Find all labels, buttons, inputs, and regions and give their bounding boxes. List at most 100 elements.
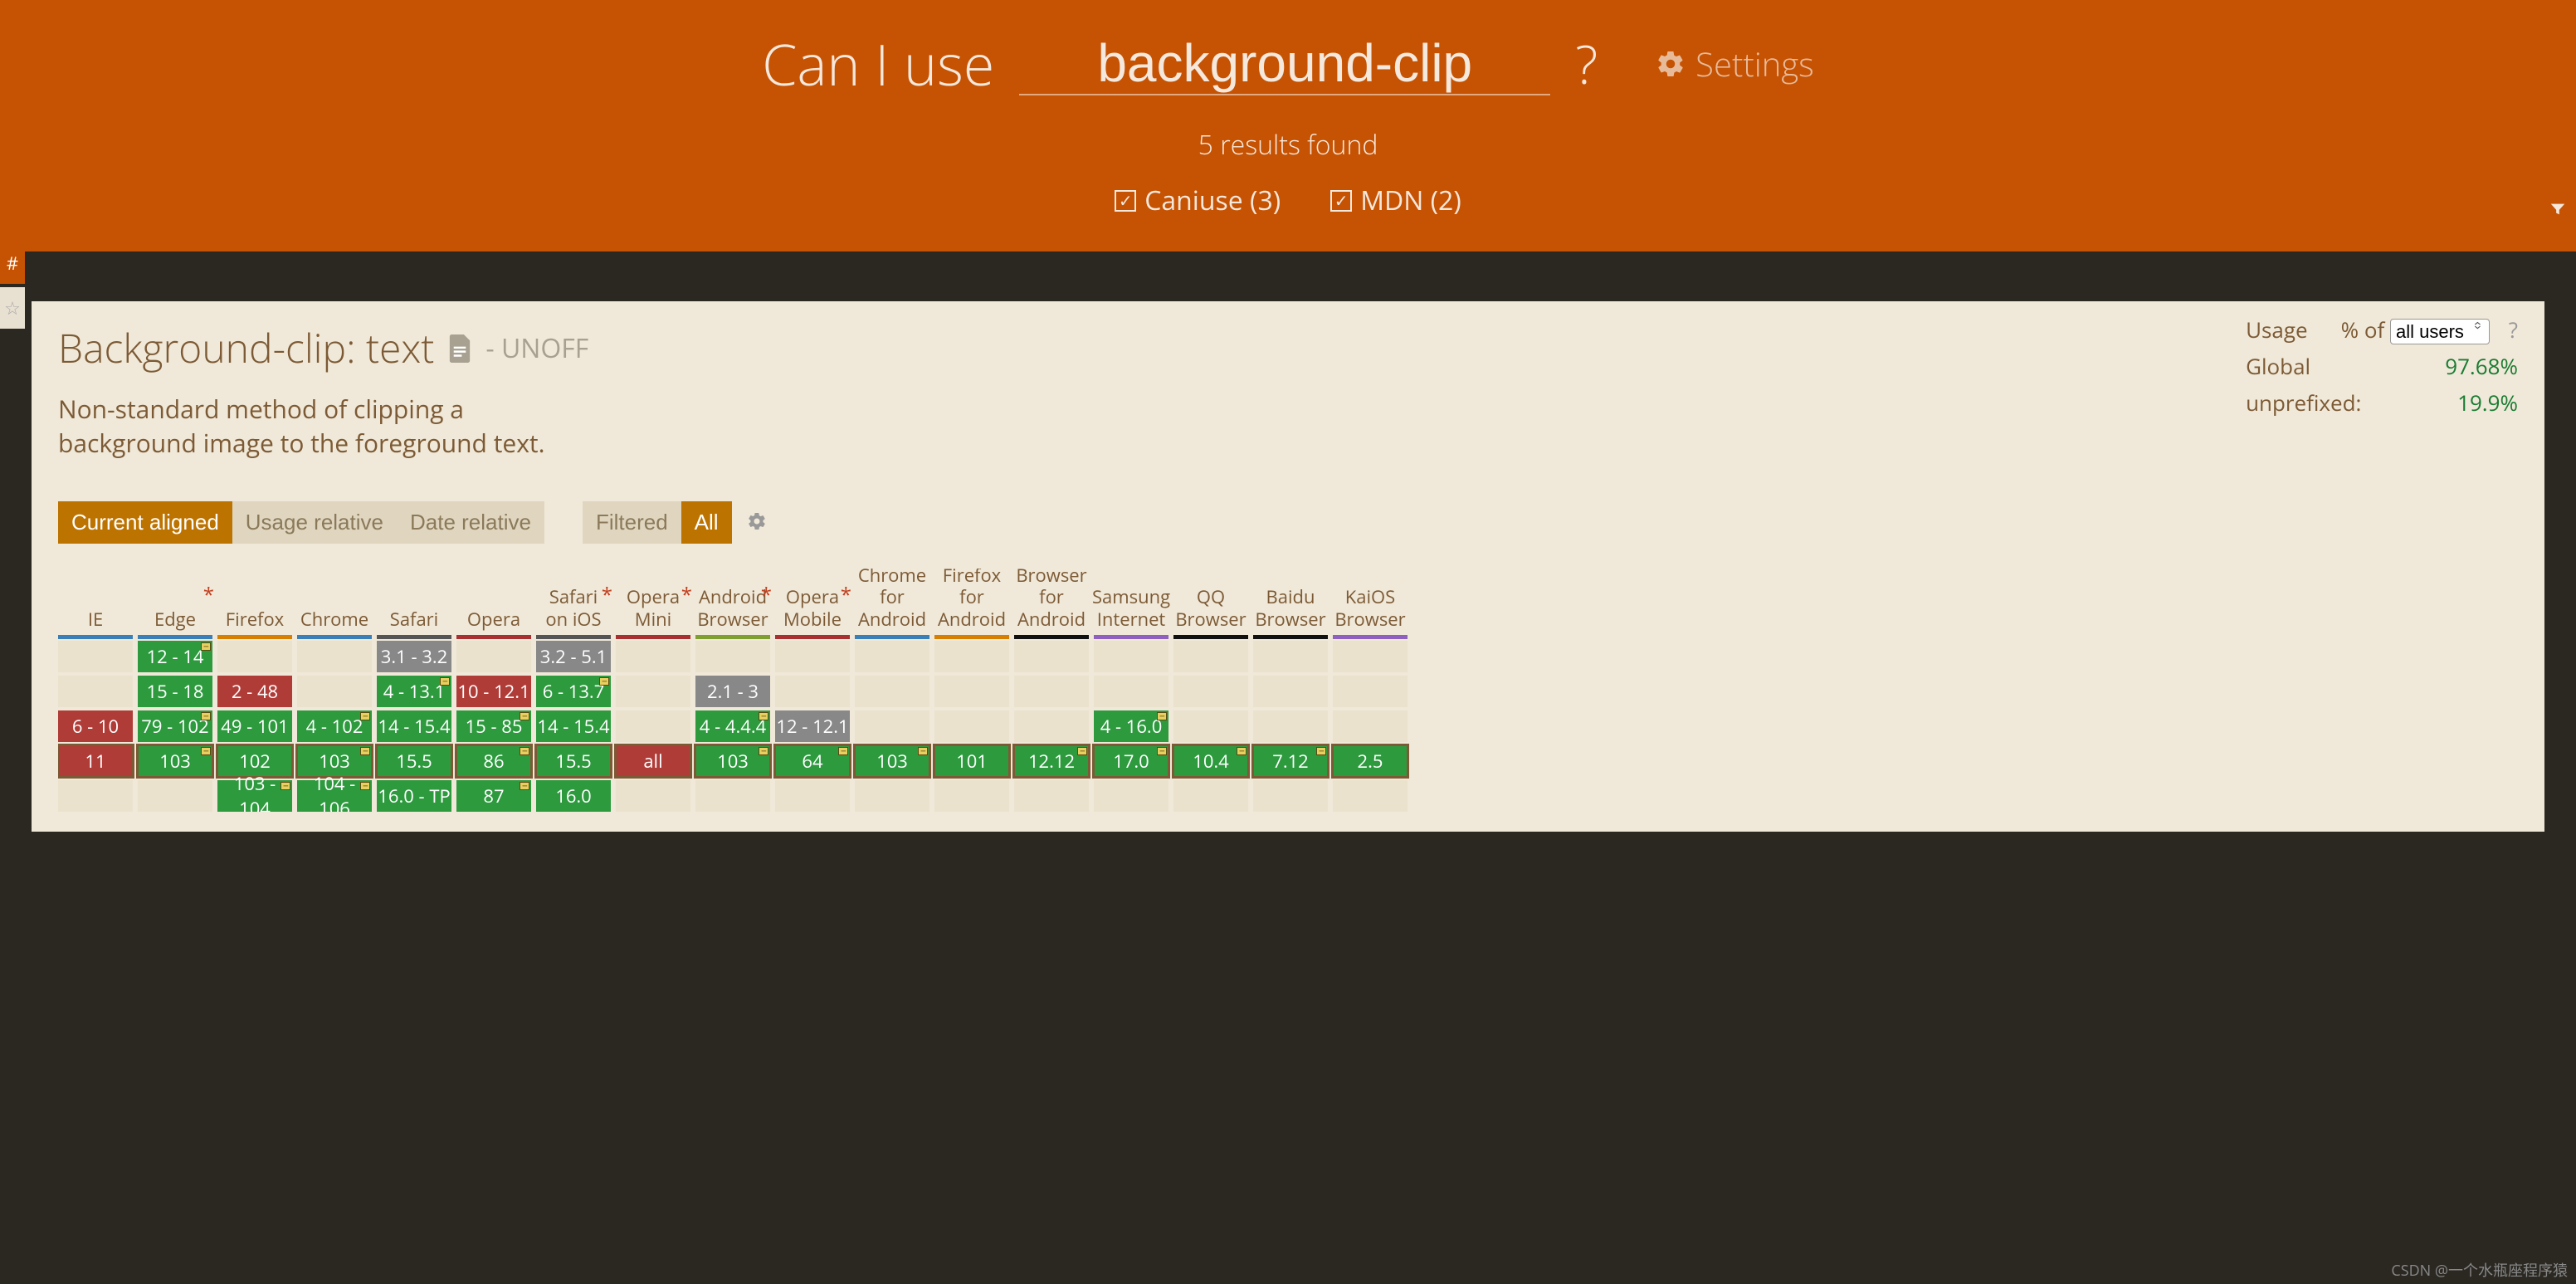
support-cell[interactable]: 79 - 102 [138,710,212,742]
support-cell[interactable] [1333,710,1408,742]
support-cell[interactable] [1333,780,1408,812]
support-cell[interactable]: 86 [456,745,531,777]
support-cell[interactable]: 87 [456,780,531,812]
support-cell[interactable] [934,676,1009,707]
view-settings-button[interactable] [747,507,767,539]
support-cell[interactable] [1014,780,1089,812]
support-cell[interactable]: 4 - 102 [297,710,372,742]
support-cell[interactable] [1253,676,1328,707]
support-cell[interactable] [217,641,292,672]
source-check-0[interactable]: ✓Caniuse (3) [1115,183,1281,218]
support-cell[interactable] [58,676,133,707]
settings-button[interactable]: Settings [1656,41,1814,86]
support-cell[interactable] [58,780,133,812]
support-cell[interactable] [775,676,850,707]
filter-toggle-button[interactable] [2539,191,2576,227]
support-cell[interactable] [1014,641,1089,672]
support-cell[interactable] [934,641,1009,672]
browser-name[interactable]: IE [58,569,133,635]
support-cell[interactable]: 12 - 14 [138,641,212,672]
tab-current-aligned[interactable]: Current aligned [58,501,232,544]
support-cell[interactable]: 15 - 85 [456,710,531,742]
support-cell[interactable] [855,780,929,812]
support-cell[interactable]: 103 [138,745,212,777]
support-cell[interactable] [297,641,372,672]
support-cell[interactable] [1014,710,1089,742]
support-cell[interactable]: 4 - 13.1 [377,676,451,707]
file-icon[interactable] [447,321,472,375]
browser-name[interactable]: Opera Mini [616,569,690,635]
search-input[interactable] [1019,32,1550,95]
support-cell[interactable] [695,641,770,672]
support-cell[interactable]: 15.5 [536,745,611,777]
support-cell[interactable] [775,780,850,812]
side-tab-hash[interactable]: # [0,242,25,284]
tab-date-relative[interactable]: Date relative [397,501,544,544]
browser-name[interactable]: QQ Browser [1173,569,1248,635]
support-cell[interactable] [1094,641,1168,672]
support-cell[interactable]: 17.0 [1094,745,1168,777]
support-cell[interactable]: 7.12 [1253,745,1328,777]
browser-name[interactable]: KaiOS Browser [1333,569,1408,635]
browser-name[interactable]: Chrome [297,569,372,635]
browser-name[interactable]: Safari on iOS [536,569,611,635]
support-cell[interactable]: 11 [58,745,133,777]
source-check-1[interactable]: ✓MDN (2) [1330,183,1461,218]
support-cell[interactable] [1253,641,1328,672]
support-cell[interactable] [616,641,690,672]
support-cell[interactable] [1173,780,1248,812]
browser-name[interactable]: Opera Mobile [775,569,850,635]
support-cell[interactable] [1333,676,1408,707]
browser-name[interactable]: Android Browser [695,569,770,635]
browser-name[interactable]: Opera [456,569,531,635]
support-cell[interactable]: 101 [934,745,1009,777]
support-cell[interactable] [616,676,690,707]
support-cell[interactable] [138,780,212,812]
support-cell[interactable] [1094,780,1168,812]
browser-name[interactable]: Firefox [217,569,292,635]
support-cell[interactable] [1014,676,1089,707]
support-cell[interactable]: 49 - 101 [217,710,292,742]
support-cell[interactable] [616,780,690,812]
support-cell[interactable] [934,780,1009,812]
browser-name[interactable]: Chrome for Android [855,569,929,635]
support-cell[interactable] [855,641,929,672]
browser-name[interactable]: Safari [377,569,451,635]
support-cell[interactable] [1173,641,1248,672]
support-cell[interactable]: 2.1 - 3 [695,676,770,707]
support-cell[interactable]: 10.4 [1173,745,1248,777]
support-cell[interactable]: 12.12 [1014,745,1089,777]
browser-name[interactable]: Edge [138,569,212,635]
support-cell[interactable]: 12 - 12.1 [775,710,850,742]
support-cell[interactable]: 4 - 4.4.4 [695,710,770,742]
support-cell[interactable]: 14 - 15.4 [536,710,611,742]
support-cell[interactable]: 4 - 16.0 [1094,710,1168,742]
support-cell[interactable]: 2 - 48 [217,676,292,707]
support-cell[interactable]: 103 - 104 [217,780,292,812]
tab-usage-relative[interactable]: Usage relative [232,501,397,544]
support-cell[interactable] [456,641,531,672]
support-cell[interactable] [695,780,770,812]
browser-name[interactable]: Firefox for Android [934,569,1009,635]
support-cell[interactable]: 6 - 13.7 [536,676,611,707]
support-cell[interactable] [1173,676,1248,707]
support-cell[interactable]: 15.5 [377,745,451,777]
support-cell[interactable] [1333,641,1408,672]
support-cell[interactable]: 103 [695,745,770,777]
support-cell[interactable] [1253,710,1328,742]
support-cell[interactable]: 103 [855,745,929,777]
support-cell[interactable] [58,641,133,672]
support-cell[interactable]: 15 - 18 [138,676,212,707]
support-cell[interactable]: 3.2 - 5.1 [536,641,611,672]
browser-name[interactable]: Samsung Internet [1094,569,1168,635]
support-cell[interactable]: 6 - 10 [58,710,133,742]
usage-scope-select[interactable]: all users [2390,319,2490,344]
support-cell[interactable] [1094,676,1168,707]
tab-all[interactable]: All [681,501,732,544]
support-cell[interactable]: 16.0 [536,780,611,812]
support-cell[interactable]: 14 - 15.4 [377,710,451,742]
support-cell[interactable] [775,641,850,672]
support-cell[interactable] [855,710,929,742]
support-cell[interactable]: 2.5 [1333,745,1408,777]
support-cell[interactable]: 104 - 106 [297,780,372,812]
